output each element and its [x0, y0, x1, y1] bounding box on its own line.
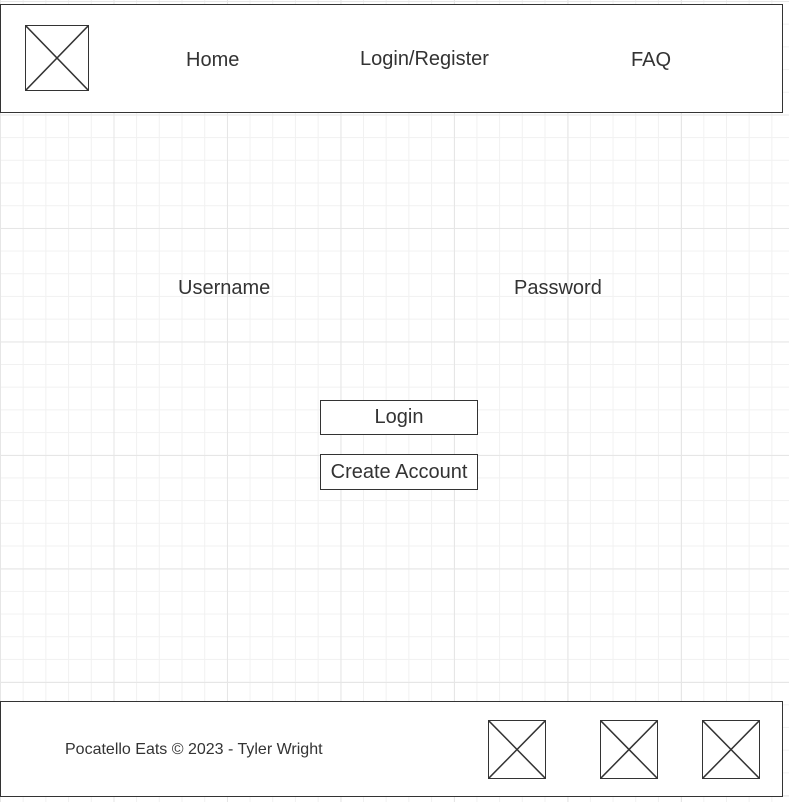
social-link-1-image-placeholder-icon[interactable]: [488, 720, 546, 779]
password-label: Password: [514, 277, 602, 299]
site-footer: Pocatello Eats © 2023 - Tyler Wright: [0, 701, 783, 797]
wireframe-canvas: Home Login/Register FAQ Username Passwor…: [0, 0, 789, 802]
social-link-2-image-placeholder-icon[interactable]: [600, 720, 658, 779]
copyright-text: Pocatello Eats © 2023 - Tyler Wright: [65, 741, 323, 758]
nav-faq-link[interactable]: FAQ: [631, 49, 671, 72]
nav-home-link[interactable]: Home: [186, 49, 239, 72]
create-account-button[interactable]: Create Account: [320, 454, 478, 490]
site-header: Home Login/Register FAQ: [0, 4, 783, 113]
nav-login-register-link[interactable]: Login/Register: [360, 48, 489, 71]
logo-image-placeholder-icon[interactable]: [25, 25, 89, 91]
username-label: Username: [178, 277, 271, 299]
login-button[interactable]: Login: [320, 400, 478, 435]
social-link-3-image-placeholder-icon[interactable]: [702, 720, 760, 779]
